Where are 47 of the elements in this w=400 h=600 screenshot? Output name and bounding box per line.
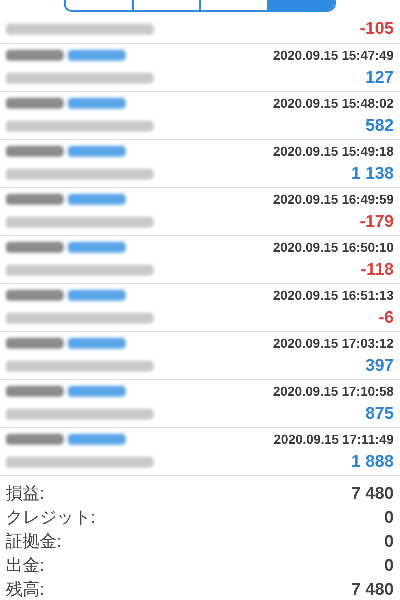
blurred-symbol [6,290,64,301]
blurred-order-info [68,386,126,397]
trade-time: 2020.09.15 17:11:49 [274,430,394,449]
blurred-symbol [6,434,64,445]
blurred-symbol [6,338,64,349]
summary-value: 0 [384,507,394,530]
summary-value: 0 [384,531,394,554]
profit-value: -6 [378,307,394,330]
blurred-order-info [68,50,126,61]
trade-time: 2020.09.15 16:51:13 [273,286,394,305]
summary-label: 出金: [6,555,45,578]
profit-value: 1 888 [351,451,394,474]
summary-label: 証拠金: [6,531,62,554]
blurred-symbol [6,146,64,157]
summary-label: 残高: [6,579,45,600]
profit-value: 582 [366,115,394,138]
blurred-symbol [6,194,64,205]
profit-value: 875 [366,403,394,426]
summary-value: 7 480 [351,483,394,506]
profit-value: 397 [366,355,394,378]
blurred-order-info [68,146,126,157]
summary-label: クレジット: [6,507,96,530]
trade-time: 2020.09.15 17:10:58 [273,382,394,401]
summary-value: 0 [384,555,394,578]
trade-time: 2020.09.15 16:50:10 [273,238,394,257]
blurred-symbol [6,386,64,397]
summary-value: 7 480 [351,579,394,600]
blurred-order-info [68,290,126,301]
profit-value: 1 138 [351,163,394,186]
blurred-order-info [68,242,126,253]
trade-time: 2020.09.15 15:48:02 [273,94,394,113]
summary-label: 損益: [6,483,45,506]
profit-value: -105 [360,18,394,40]
blurred-symbol [6,242,64,253]
trade-time: 2020.09.15 15:49:18 [273,142,394,161]
blurred-symbol [6,50,64,61]
profit-value: -179 [360,211,394,234]
blurred-order-info [68,338,126,349]
trade-time: 2020.09.15 15:47:49 [273,46,394,65]
trade-time: 2020.09.15 17:03:12 [273,334,394,353]
blurred-order-info [68,434,126,445]
blurred-order-info [68,194,126,205]
blurred-order-info [68,98,126,109]
profit-value: 127 [366,67,394,90]
blurred-symbol [6,98,64,109]
profit-value: -118 [360,259,394,282]
trade-time: 2020.09.15 16:49:59 [273,190,394,209]
